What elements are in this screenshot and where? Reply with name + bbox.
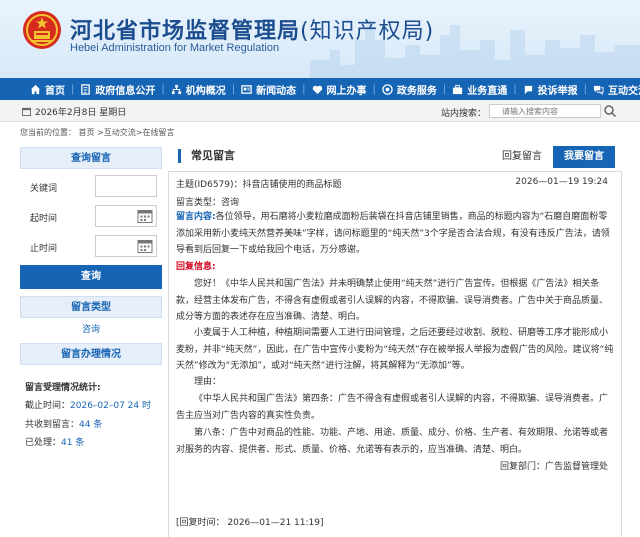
site-title: 河北省市场监督管理局(知识产权局) [70,19,435,44]
nav-home[interactable]: 首页 [30,82,65,97]
site-header: 河北省市场监督管理局(知识产权局) Hebei Administration f… [0,0,640,78]
nav-gov-info[interactable]: 政府信息公开 [80,82,155,97]
topic-time: 2026—01—19 19:24 [515,177,608,187]
reply-paragraph-3: 《中华人民共和国广告法》第四条：广告不得含有虚假或者引人误解的内容，不得欺骗、误… [176,394,609,421]
search-label: 站内搜索： [441,109,487,119]
calendar-icon[interactable] [137,208,153,224]
reply-paragraph-4: 第八条：广告中对商品的性能、功能、产地、用途、质量、成分、价格、生产者、有效期限… [176,428,609,455]
main-nav: 首页 | 政府信息公开 | 机构概况 | 新闻动态 | 网上办事 | 政务服务 … [0,78,640,100]
dept-name: 广告监督管理处 [544,462,608,472]
nav-divider: | [231,83,236,95]
reply-label: 回复信息: [176,262,216,272]
date-search-bar: 2026年2月8日 星期日 站内搜索： [0,100,640,122]
message-topic: 主题(ID6579)：抖音店铺使用的商品标题 2026—01—19 19:24 [176,177,616,190]
reply-paragraph-2: 小麦属于人工种植，种植期间需要人工进行田间管理，之后还要经过收割、脱粒、研磨等工… [176,328,614,371]
nav-online-service[interactable]: 网上办事 [312,82,367,97]
org-icon [171,84,181,94]
reply-department: 回复部门：广告监督管理处 [176,459,616,476]
nav-divider: | [302,83,306,95]
breadcrumb: 您当前的位置： 首页 >互动交流>在线留言 [20,128,175,137]
chat-icon [593,85,604,95]
message-type: 留言类型：咨询 [176,198,240,208]
nav-label: 投诉举报 [537,85,578,97]
site-title-en: Hebei Administration for Market Regulati… [70,42,280,54]
keyword-label: 关键词 [30,184,58,194]
national-emblem-icon [23,11,61,49]
reply-paragraph-1: 您好！《中华人民共和国广告法》并未明确禁止使用“纯天然”进行广告宣传。但根据《广… [176,279,609,322]
content-text: 各位领导，用石磨将小麦粒磨成面粉后装袋在抖音店铺里销售，商品的标题内容为“石磨自… [176,212,610,255]
tab-reply-messages[interactable]: 回复留言 [496,146,548,168]
document-icon [81,83,91,95]
nav-label: 业务直通 [467,85,508,97]
nav-divider: | [513,83,517,95]
search-icon[interactable] [603,104,617,118]
nav-label: 政府信息公开 [95,85,156,97]
current-date: 2026年2月8日 星期日 [22,105,126,118]
query-panel-title: 查询留言 [20,147,162,169]
nav-label: 新闻动态 [256,85,297,97]
nav-gov-service[interactable]: 政务服务 [382,82,437,97]
nav-divider: | [71,83,75,95]
stats-title: 留言受理情况统计: [25,383,101,393]
news-icon [241,84,252,94]
reply-time: [回复时间： 2026—01—21 11:19] [176,518,324,528]
stat-received: 共收到留言：44 条 [25,420,103,430]
nav-org[interactable]: 机构概况 [171,82,226,97]
message-content: 留言内容:各位领导，用石磨将小麦粒磨成面粉后装袋在抖音店铺里销售，商品的标题内容… [176,209,616,259]
end-time-label: 止时间 [30,244,58,254]
home-icon [30,84,41,94]
search-input[interactable] [489,104,601,118]
query-button[interactable]: 查询 [20,265,162,289]
complaint-icon [524,85,532,94]
type-panel-title: 留言类型 [20,296,162,318]
topic-text: 主题(ID6579)：抖音店铺使用的商品标题 [176,180,342,190]
nav-label: 机构概况 [185,85,226,97]
keyword-input[interactable] [95,175,157,197]
heart-icon [312,85,322,94]
calendar-icon[interactable] [137,238,153,254]
nav-interaction[interactable]: 互动交流 [593,82,640,97]
stat-processed: 已处理：41 条 [25,438,85,448]
dept-label: 回复部门： [499,462,545,472]
date-text: 2026年2月8日 星期日 [35,108,127,118]
tab-common-messages[interactable]: 常见留言 [178,149,235,163]
nav-divider: | [161,83,165,95]
nav-divider: | [372,83,376,95]
nav-divider: | [442,83,447,95]
nav-label: 首页 [45,85,65,97]
leave-message-button[interactable]: 我要留言 [553,146,615,168]
nav-label: 互动交流 [608,85,640,97]
start-time-label: 起时间 [30,214,58,224]
reason-label: 理由： [194,377,222,387]
business-icon [453,84,463,94]
nav-divider: | [583,83,587,95]
stat-deadline: 截止时间：2026–02–07 24 时 [25,401,151,411]
calendar-icon [22,107,31,116]
handle-panel-title: 留言办理情况 [20,343,162,365]
content-label: 留言内容: [176,212,216,222]
nav-label: 政务服务 [396,85,437,97]
nav-news[interactable]: 新闻动态 [241,82,296,97]
nav-business[interactable]: 业务直通 [452,82,507,97]
service-icon [382,83,393,95]
nav-complaint[interactable]: 投诉举报 [523,82,578,97]
type-item-consult[interactable]: 咨询 [20,322,162,335]
nav-label: 网上办事 [326,85,367,97]
